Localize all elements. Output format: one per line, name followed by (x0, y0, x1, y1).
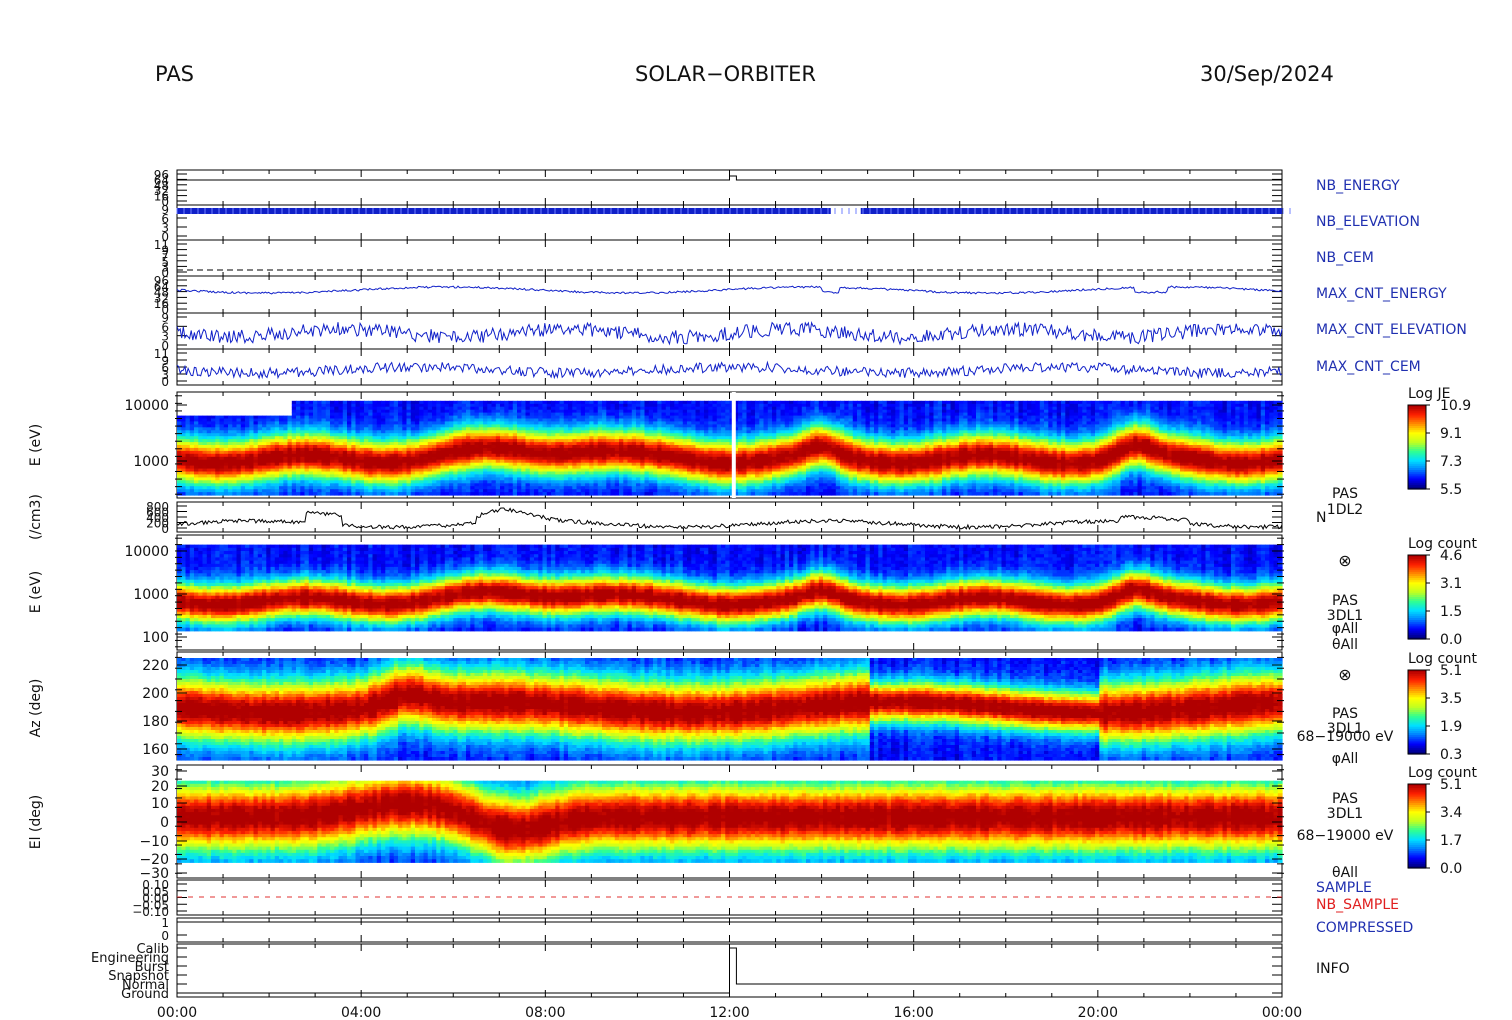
cross-icon: ⊗ (1338, 551, 1351, 570)
pas_3dl1_azimuth-ytick: 160 (142, 742, 169, 758)
cross-icon: ⊗ (1338, 665, 1351, 684)
elevation-spectrogram (177, 780, 1283, 863)
pas_1dl2_je-ytick: 1000 (133, 454, 169, 470)
summary-plot: 96644832160NB_ENERGY9630NB_ELEVATION1197… (28, 168, 1477, 1020)
pas_3dl1_azimuth-ytick: 220 (142, 658, 169, 674)
azimuth-colorbar-tick: 1.9 (1440, 719, 1462, 735)
elevation-right-label: 3DL1 (1327, 806, 1363, 822)
info-label: INFO (1316, 961, 1350, 977)
max-cnt-cem-trace (176, 360, 1283, 380)
je-colorbar-tick: 9.1 (1440, 426, 1462, 442)
pas_3dl1_azimuth-ytick: 200 (142, 686, 169, 702)
energy-3dl1-ylabel: E (eV) (28, 571, 44, 613)
azimuth-right-label: 68−19000 eV (1297, 729, 1394, 745)
elevation-colorbar (1407, 783, 1430, 869)
pas_3dl1_elevation-ytick: 30 (151, 764, 169, 780)
max-cnt-energy-trace (176, 285, 1283, 295)
elevation-right-label: 68−19000 eV (1297, 828, 1394, 844)
energy-3dl1-right-label: θAll (1332, 637, 1358, 653)
pas_3dl1_elevation-ytick: 20 (151, 779, 169, 795)
pas_1dl2_je-ytick: 10000 (124, 398, 169, 414)
max-cnt-elevation-trace (176, 321, 1283, 346)
elevation-colorbar-tick: 1.7 (1440, 833, 1462, 849)
je-right-label: PAS (1332, 486, 1358, 502)
nb-elevation-label: NB_ELEVATION (1316, 214, 1420, 230)
nb-sample-label: NB_SAMPLE (1316, 897, 1399, 913)
density-ylabel: (/cm3) (28, 494, 44, 540)
elevation-colorbar-tick: 3.4 (1440, 805, 1462, 821)
pas_3dl1_energy-ytick: 1000 (133, 587, 169, 603)
je-spectrogram (177, 400, 1283, 496)
max-cnt-elevation-label: MAX_CNT_ELEVATION (1316, 322, 1467, 338)
azimuth-right-label: φAll (1332, 751, 1359, 767)
time-axis-label: 12:00 (709, 1005, 749, 1020)
azimuth-ylabel: Az (deg) (28, 679, 44, 738)
pas_3dl1_azimuth-ytick: 180 (142, 714, 169, 730)
max-cnt-energy-label: MAX_CNT_ENERGY (1316, 286, 1447, 302)
time-axis-label: 20:00 (1078, 1005, 1118, 1020)
compressed-label: COMPRESSED (1316, 920, 1413, 936)
info-trace (177, 947, 1282, 994)
max-cnt-cem-label: MAX_CNT_CEM (1316, 359, 1421, 375)
nb-energy-label: NB_ENERGY (1316, 178, 1400, 194)
je-colorbar-tick: 5.5 (1440, 482, 1462, 498)
time-axis-label: 08:00 (525, 1005, 565, 1020)
energy-3dl1-colorbar-tick: 0.0 (1440, 632, 1462, 648)
elevation-colorbar-tick: 0.0 (1440, 861, 1462, 877)
time-axis-label: 04:00 (341, 1005, 381, 1020)
je-colorbar-tick: 10.9 (1440, 398, 1471, 414)
compressed-ytick: 1 (161, 916, 169, 930)
azimuth-spectrogram (177, 658, 1283, 761)
compressed-ytick: 0 (161, 929, 169, 943)
nb-elevation-trace (860, 208, 1282, 214)
energy-3dl1-right-label: PAS (1332, 593, 1358, 609)
density-ytick: 0 (161, 522, 169, 536)
energy-3dl1-spectrogram (177, 544, 1283, 632)
pas_3dl1_energy-ytick: 10000 (124, 544, 169, 560)
je-ylabel: E (eV) (28, 424, 44, 466)
sample-label: SAMPLE (1316, 880, 1372, 896)
energy-3dl1-colorbar-tick: 1.5 (1440, 604, 1462, 620)
azimuth-colorbar (1407, 669, 1430, 755)
density-right-label: N (1316, 510, 1326, 526)
azimuth-right-label: PAS (1332, 706, 1358, 722)
energy-3dl1-colorbar-tick: 4.6 (1440, 548, 1462, 564)
pas_3dl1_energy-ytick: 100 (142, 630, 169, 646)
time-axis-label: 16:00 (893, 1005, 933, 1020)
max_cnt_cem-ytick: 0 (161, 375, 169, 389)
pas_3dl1_elevation-ytick: 0 (160, 815, 169, 831)
energy-3dl1-right-label: φAll (1332, 621, 1359, 637)
nb-cem-label: NB_CEM (1316, 250, 1374, 266)
azimuth-colorbar-tick: 0.3 (1440, 747, 1462, 763)
nb-energy-trace (177, 175, 1282, 181)
energy-3dl1-colorbar (1407, 554, 1430, 640)
elevation-colorbar-tick: 5.1 (1440, 777, 1462, 793)
pas_3dl1_elevation-ytick: −10 (139, 834, 169, 850)
info-ytick: Ground (121, 987, 169, 1002)
pas_3dl1_elevation-ytick: 10 (151, 796, 169, 812)
je-colorbar-tick: 7.3 (1440, 454, 1462, 470)
time-axis-label: 00:00 (1262, 1005, 1302, 1020)
elevation-right-label: θAll (1332, 865, 1358, 881)
azimuth-colorbar-tick: 5.1 (1440, 663, 1462, 679)
je-colorbar (1407, 404, 1430, 490)
time-axis-label: 00:00 (157, 1005, 197, 1020)
elevation-ylabel: El (deg) (28, 795, 44, 850)
azimuth-colorbar-tick: 3.5 (1440, 691, 1462, 707)
elevation-right-label: PAS (1332, 791, 1358, 807)
energy-3dl1-colorbar-tick: 3.1 (1440, 576, 1462, 592)
je-right-label: 1DL2 (1327, 502, 1363, 518)
